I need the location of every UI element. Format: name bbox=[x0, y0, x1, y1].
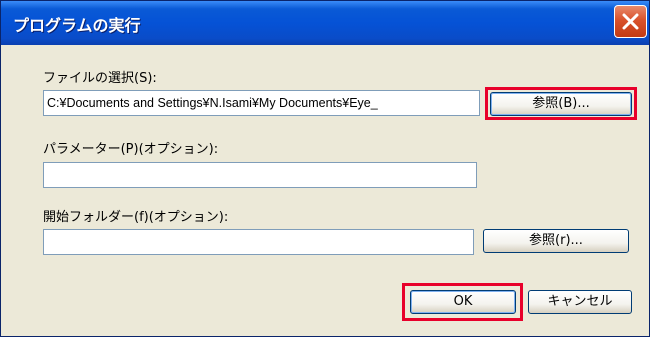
window-title: プログラムの実行 bbox=[13, 16, 141, 35]
start-folder-label: 開始フォルダー(f)(オプション): bbox=[43, 210, 229, 225]
file-path-input[interactable]: C:¥Documents and Settings¥N.Isami¥My Doc… bbox=[43, 90, 480, 116]
close-icon bbox=[622, 13, 639, 30]
browse-file-highlight bbox=[485, 87, 637, 120]
cancel-button[interactable]: キャンセル bbox=[528, 290, 632, 314]
browse-folder-button[interactable]: 参照(r)... bbox=[483, 229, 629, 253]
start-folder-input[interactable] bbox=[43, 229, 474, 255]
ok-highlight bbox=[402, 283, 523, 321]
parameters-label: パラメーター(P)(オプション): bbox=[43, 142, 219, 157]
dialog-body: ファイルの選択(S): C:¥Documents and Settings¥N.… bbox=[1, 45, 649, 336]
parameters-input[interactable] bbox=[43, 162, 477, 188]
close-button[interactable] bbox=[614, 5, 647, 38]
title-bar[interactable]: プログラムの実行 bbox=[1, 1, 649, 45]
file-select-label: ファイルの選択(S): bbox=[43, 71, 157, 86]
run-program-dialog: プログラムの実行 ファイルの選択(S): C:¥Documents and Se… bbox=[0, 0, 650, 337]
